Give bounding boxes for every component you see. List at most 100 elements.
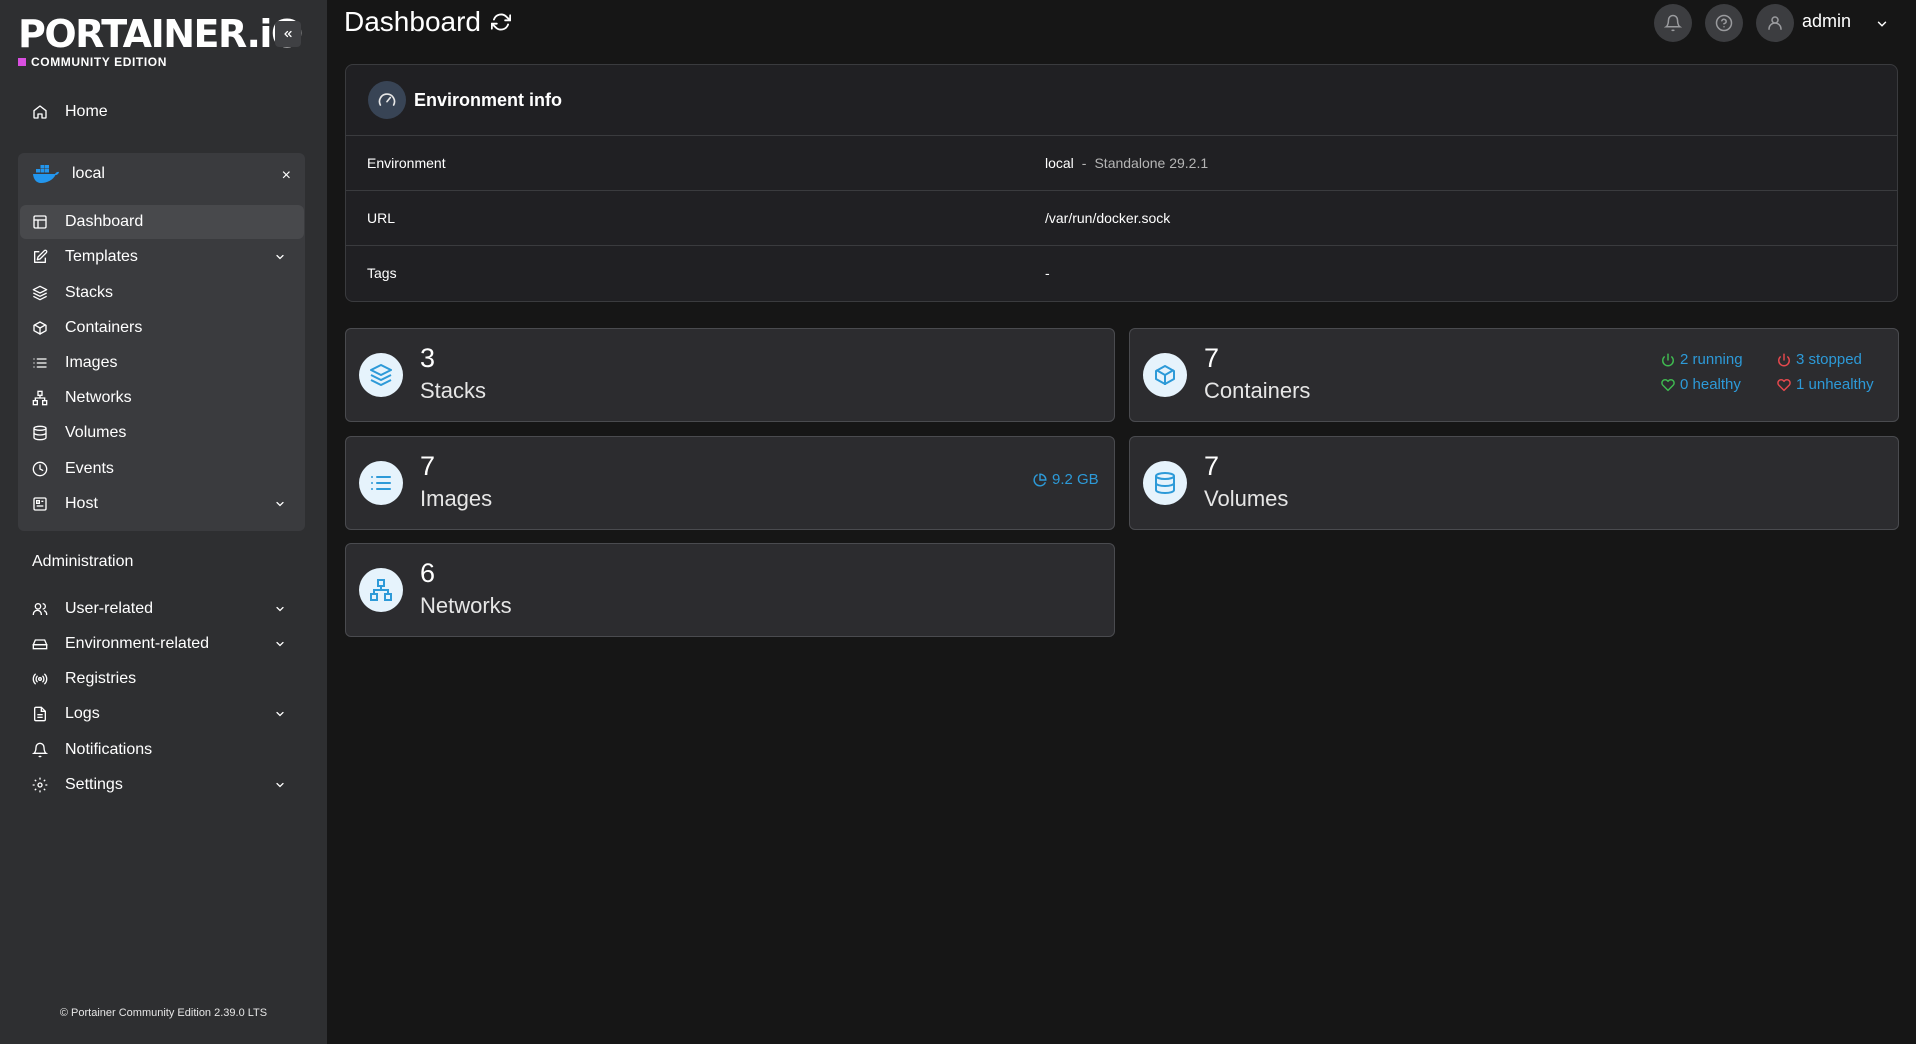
healthy-count: 0 healthy (1680, 376, 1741, 393)
chevron-down-icon (276, 606, 284, 612)
images-icon-circle (359, 461, 403, 505)
sidebar-item-label: Networks (65, 389, 132, 406)
user-icon (1768, 16, 1782, 30)
sidebar-item-notifications[interactable]: Notifications (20, 733, 304, 767)
images-count: 7 (420, 451, 436, 481)
sidebar-item-label: Containers (65, 319, 143, 336)
containers-card[interactable]: 7 Containers 2 running 3 stopped 0 healt… (1129, 328, 1899, 422)
containers-label: Containers (1204, 378, 1311, 403)
sidebar-item-volumes[interactable]: Volumes (20, 416, 304, 450)
sidebar-item-label: Templates (65, 248, 138, 265)
sidebar-item-dashboard[interactable]: Dashboard (20, 205, 304, 239)
sidebar-item-label: User-related (65, 600, 154, 617)
containers-icon-circle (1143, 353, 1187, 397)
user-menu-name[interactable]: admin (1802, 11, 1851, 32)
sidebar-item-networks[interactable]: Networks (20, 381, 304, 415)
gauge-icon-circle (368, 81, 406, 119)
stacks-label: Stacks (420, 378, 487, 403)
edition-square-icon (18, 58, 26, 66)
chevron-down-icon (276, 711, 284, 717)
sidebar-item-containers[interactable]: Containers (20, 311, 304, 345)
chevron-down-icon (276, 501, 284, 507)
close-environment-button[interactable]: × (282, 167, 291, 185)
radio-icon (32, 673, 48, 685)
sidebar-item-label: Host (65, 495, 98, 512)
sidebar-item-environment-related[interactable]: Environment-related (20, 627, 304, 661)
dashboard-icon (33, 215, 47, 229)
sidebar-item-settings[interactable]: Settings (20, 768, 304, 802)
environment-name: local (72, 165, 105, 182)
sidebar-item-events[interactable]: Events (20, 452, 304, 486)
volumes-label: Volumes (1204, 486, 1289, 511)
url-value: /var/run/docker.sock (1045, 210, 1171, 226)
networks-card[interactable]: 6 Networks (345, 543, 1115, 637)
gear-icon (32, 777, 48, 793)
images-size-stat: 9.2 GB (1033, 471, 1099, 488)
docker-icon (33, 165, 59, 183)
environment-info-title: Environment info (414, 89, 562, 110)
database-icon (1155, 472, 1175, 495)
sidebar-item-registries[interactable]: Registries (20, 662, 304, 696)
stacks-card[interactable]: 3 Stacks (345, 328, 1115, 422)
home-icon (33, 105, 47, 119)
environment-info-header: Environment info (346, 65, 1897, 136)
notifications-button[interactable] (1654, 4, 1692, 42)
tags-value: - (1045, 265, 1050, 281)
volumes-count: 7 (1204, 451, 1220, 481)
sidebar-item-label: Notifications (65, 741, 153, 758)
page-title: Dashboard (344, 6, 481, 37)
collapse-sidebar-button[interactable] (275, 21, 301, 47)
heart-icon (1777, 378, 1791, 391)
sidebar-item-label: Settings (65, 776, 123, 793)
chevron-down-icon[interactable] (1875, 17, 1889, 31)
sidebar-item-label: Volumes (65, 424, 127, 441)
sidebar-item-stacks[interactable]: Stacks (20, 276, 304, 310)
sidebar-item-templates[interactable]: Templates (20, 240, 304, 274)
sidebar-item-label: Stacks (65, 284, 114, 301)
volumes-card[interactable]: 7 Volumes (1129, 436, 1899, 530)
stacks-icon-circle (359, 353, 403, 397)
version-footer: © Portainer Community Edition 2.39.0 LTS (59, 1007, 268, 1019)
environment-detail: Standalone 29.2.1 (1094, 155, 1209, 171)
user-avatar[interactable] (1756, 4, 1794, 42)
environment-header: local × (18, 155, 305, 193)
sidebar-item-label: Images (65, 354, 118, 371)
sidebar-item-user-related[interactable]: User-related (20, 592, 304, 626)
unhealthy-count: 1 unhealthy (1796, 376, 1874, 393)
networks-label: Networks (420, 593, 512, 618)
env-row-value: local - Standalone 29.2.1 (1045, 155, 1208, 171)
bell-icon (1664, 14, 1682, 32)
env-row-tags: Tags - (346, 246, 1897, 301)
clock-icon (32, 461, 48, 477)
sidebar-item-label: Logs (65, 705, 100, 722)
sidebar-item-logs[interactable]: Logs (20, 697, 304, 731)
env-row-key: Environment (367, 155, 446, 171)
database-icon (33, 425, 47, 441)
pie-chart-icon (1033, 472, 1047, 486)
containers-count: 7 (1204, 343, 1220, 373)
bell-icon (32, 742, 48, 758)
running-count: 2 running (1680, 351, 1743, 368)
server-icon (33, 497, 47, 511)
healthy-stat: 0 healthy (1661, 376, 1741, 393)
running-stat: 2 running (1661, 351, 1743, 368)
images-label: Images (420, 486, 493, 511)
sidebar-item-home[interactable]: Home (20, 95, 304, 129)
page-header: Dashboard (344, 6, 511, 38)
heart-icon (1661, 378, 1675, 391)
stopped-stat: 3 stopped (1777, 351, 1862, 368)
chevron-down-icon (276, 782, 284, 788)
sidebar-item-host[interactable]: Host (20, 487, 304, 521)
list-icon (33, 358, 47, 368)
hdd-icon (32, 639, 48, 650)
chevron-down-icon (276, 254, 284, 260)
refresh-icon[interactable] (490, 12, 511, 32)
chevron-down-icon (276, 641, 284, 647)
portainer-logo[interactable]: PORTAINER.iO COMMUNITY EDITION (18, 14, 303, 69)
edit-icon (34, 249, 48, 263)
box-icon (33, 321, 47, 335)
images-card[interactable]: 7 Images 9.2 GB (345, 436, 1115, 530)
sidebar-item-label: Environment-related (65, 635, 210, 652)
sidebar-item-images[interactable]: Images (20, 346, 304, 380)
help-button[interactable] (1705, 4, 1743, 42)
